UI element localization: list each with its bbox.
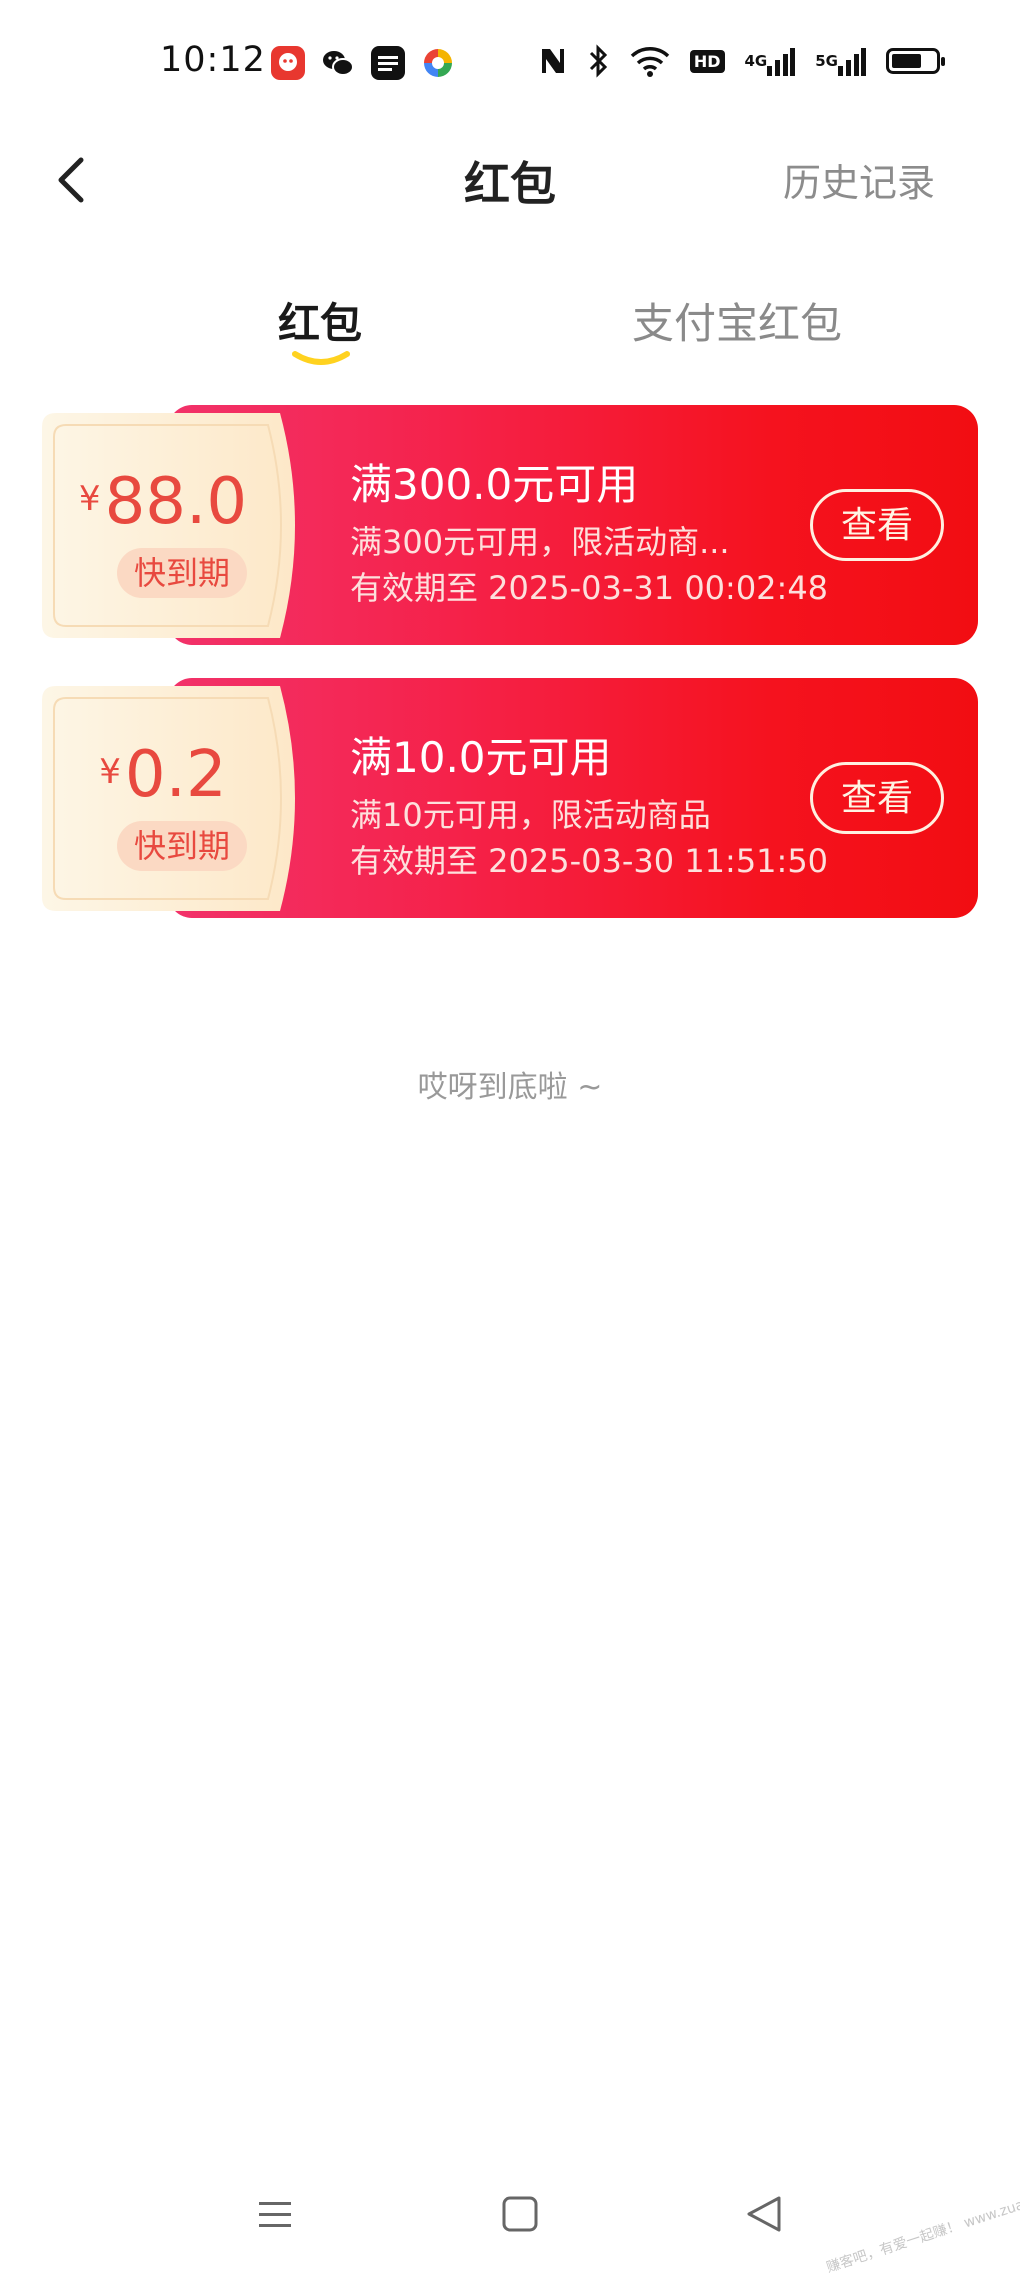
bluetooth-icon (588, 44, 610, 78)
back-triangle-icon (747, 2196, 781, 2232)
amount-value: 0.2 (124, 738, 227, 812)
net-4g-label: 4G (744, 52, 768, 70)
status-time: 10:12 (160, 40, 266, 80)
coupon-title: 满300.0元可用 (350, 460, 639, 509)
signal-5g-icon: 5G (815, 46, 866, 76)
system-back-button[interactable] (735, 2190, 795, 2240)
battery-icon (886, 48, 945, 74)
chat-app-icon (370, 45, 406, 81)
coupon-amount-stub: ¥0.2 快到期 (42, 686, 304, 911)
expiring-soon-badge: 快到期 (117, 548, 247, 598)
system-status-icons: HD 4G 5G (538, 44, 945, 78)
wifi-icon (630, 45, 670, 77)
status-bar: 10:12 HD 4G 5G (0, 0, 1020, 130)
recent-apps-button[interactable] (245, 2190, 305, 2240)
coupon-title: 满10.0元可用 (350, 733, 612, 782)
coupon-amount: ¥0.2 (42, 738, 284, 812)
tab-red-packet[interactable]: 红包 (278, 290, 362, 351)
end-of-list-text: 哎呀到底啦 ~ (417, 1070, 603, 1105)
tab-bar: 红包 支付宝红包 (0, 290, 1020, 370)
view-coupon-button[interactable]: 查看 (810, 489, 944, 561)
app-notification-icon (270, 45, 306, 81)
home-square-icon (502, 2196, 538, 2232)
wechat-icon (320, 45, 356, 81)
home-button[interactable] (490, 2190, 550, 2240)
net-5g-label: 5G (815, 52, 838, 70)
history-button[interactable]: 历史记录 (783, 152, 935, 207)
coupon-expiry: 有效期至 2025-03-30 11:51:50 (350, 842, 829, 880)
battery-level (892, 54, 921, 68)
colorful-app-icon (420, 45, 456, 81)
coupon-card: ¥88.0 快到期 满300.0元可用 满300元可用，限活动商... 有效期至… (42, 405, 978, 650)
menu-icon (259, 2202, 291, 2227)
app-header: 红包 历史记录 (0, 130, 1020, 230)
currency-symbol: ¥ (78, 479, 101, 519)
notification-icons (270, 45, 456, 81)
signal-4g-icon: 4G (745, 46, 796, 76)
amount-value: 88.0 (104, 465, 248, 539)
coupon-amount-stub: ¥88.0 快到期 (42, 413, 304, 638)
nfc-icon (538, 45, 568, 77)
currency-symbol: ¥ (99, 752, 121, 792)
coupon-card: ¥0.2 快到期 满10.0元可用 满10元可用，限活动商品 有效期至 2025… (42, 678, 978, 923)
tab-alipay-red-packet[interactable]: 支付宝红包 (632, 290, 842, 351)
hd-voice-icon: HD (689, 49, 725, 73)
view-coupon-button[interactable]: 查看 (810, 762, 944, 834)
coupon-description: 满300元可用，限活动商... (350, 523, 730, 561)
coupon-description: 满10元可用，限活动商品 (350, 796, 711, 834)
coupon-expiry: 有效期至 2025-03-31 00:02:48 (350, 569, 829, 607)
coupon-amount: ¥88.0 (42, 465, 284, 539)
expiring-soon-badge: 快到期 (117, 821, 247, 871)
active-tab-indicator (292, 351, 350, 365)
